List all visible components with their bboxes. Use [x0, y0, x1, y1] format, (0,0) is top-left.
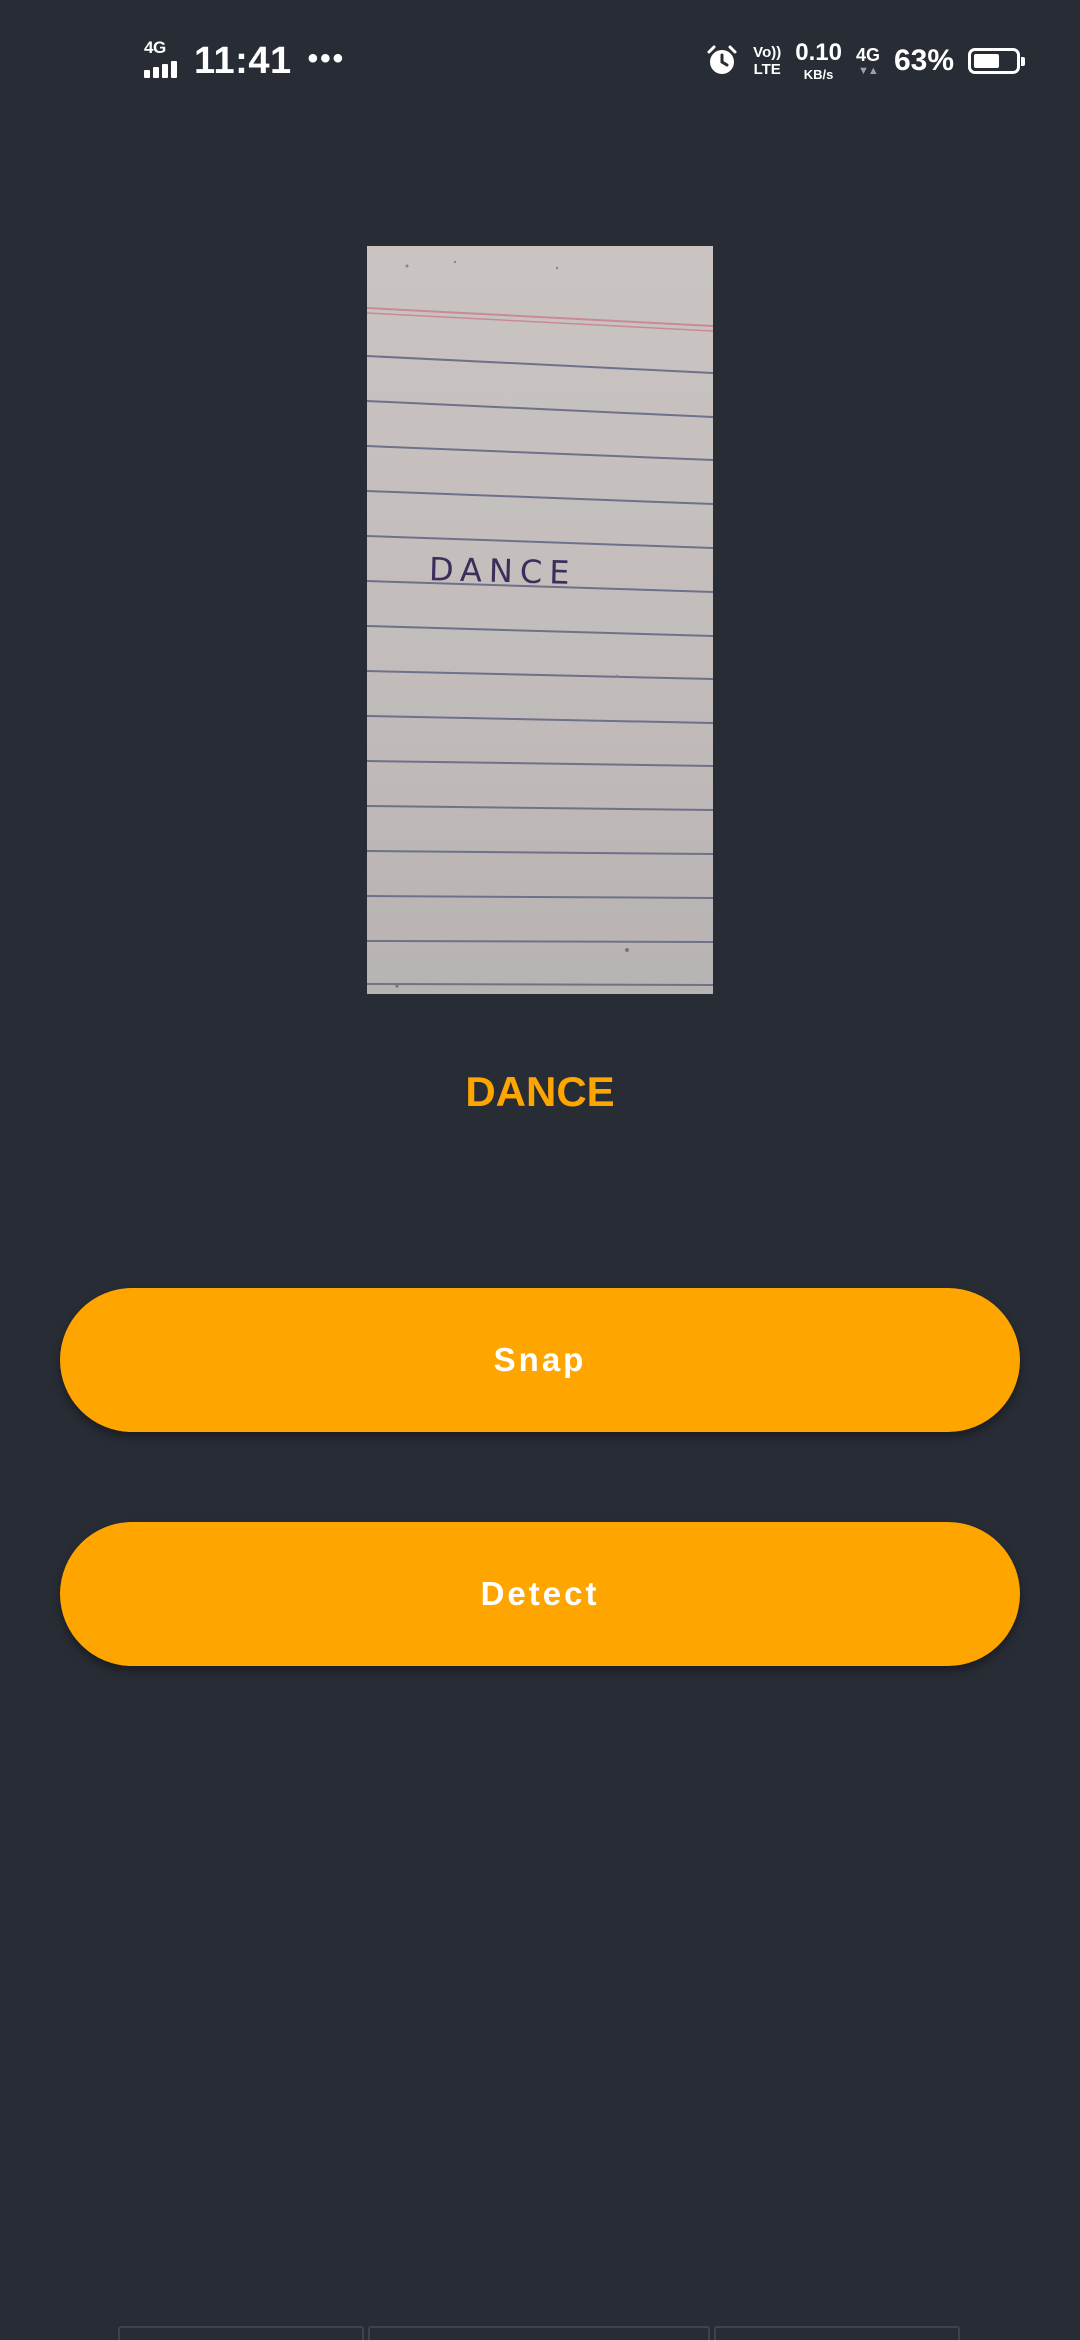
nav-hint-segment: [118, 2326, 364, 2340]
data-activity-arrows: ▼▲: [858, 64, 879, 77]
status-bar-left: 4G 11:41 •••: [142, 36, 345, 86]
network-type-label: 4G: [144, 38, 166, 57]
battery-percentage: 63%: [893, 44, 954, 77]
more-notifications-icon: •••: [307, 42, 346, 75]
volte-top-label: Vo)): [753, 44, 782, 61]
snap-button[interactable]: Snap: [60, 1288, 1020, 1432]
clock: 11:41: [194, 39, 292, 82]
nav-hint-segment: [368, 2326, 710, 2340]
battery-tip: [1021, 57, 1025, 66]
volte-icon: Vo)) LTE: [753, 45, 781, 77]
network-speed: 0.10 KB/s: [795, 39, 842, 82]
status-bar: 4G 11:41 ••• Vo)) LTE 0.10 KB/s 4G ▼▲ 63…: [0, 0, 1080, 120]
captured-image-preview: DANCE: [367, 246, 713, 994]
handwritten-word: DANCE: [428, 550, 577, 592]
recognition-result: DANCE: [465, 1068, 615, 1115]
network-speed-unit: KB/s: [803, 67, 834, 82]
volte-bottom-label: LTE: [753, 61, 781, 78]
battery-fill: [974, 54, 999, 68]
network-speed-value: 0.10: [795, 39, 842, 66]
nav-hint-segment: [714, 2326, 960, 2340]
signal-bars: [144, 61, 177, 78]
status-bar-right: Vo)) LTE 0.10 KB/s 4G ▼▲ 63%: [705, 36, 1025, 86]
ruled-paper-lines: [367, 260, 713, 988]
navigation-gesture-bar: [118, 2326, 962, 2340]
alarm-icon: [705, 44, 739, 78]
data-arrows-icon: 4G ▼▲: [856, 46, 880, 77]
signal-icon: 4G: [142, 38, 182, 82]
detect-button[interactable]: Detect: [60, 1522, 1020, 1666]
battery-icon: [968, 48, 1025, 74]
network-type-2-label: 4G: [855, 44, 880, 65]
